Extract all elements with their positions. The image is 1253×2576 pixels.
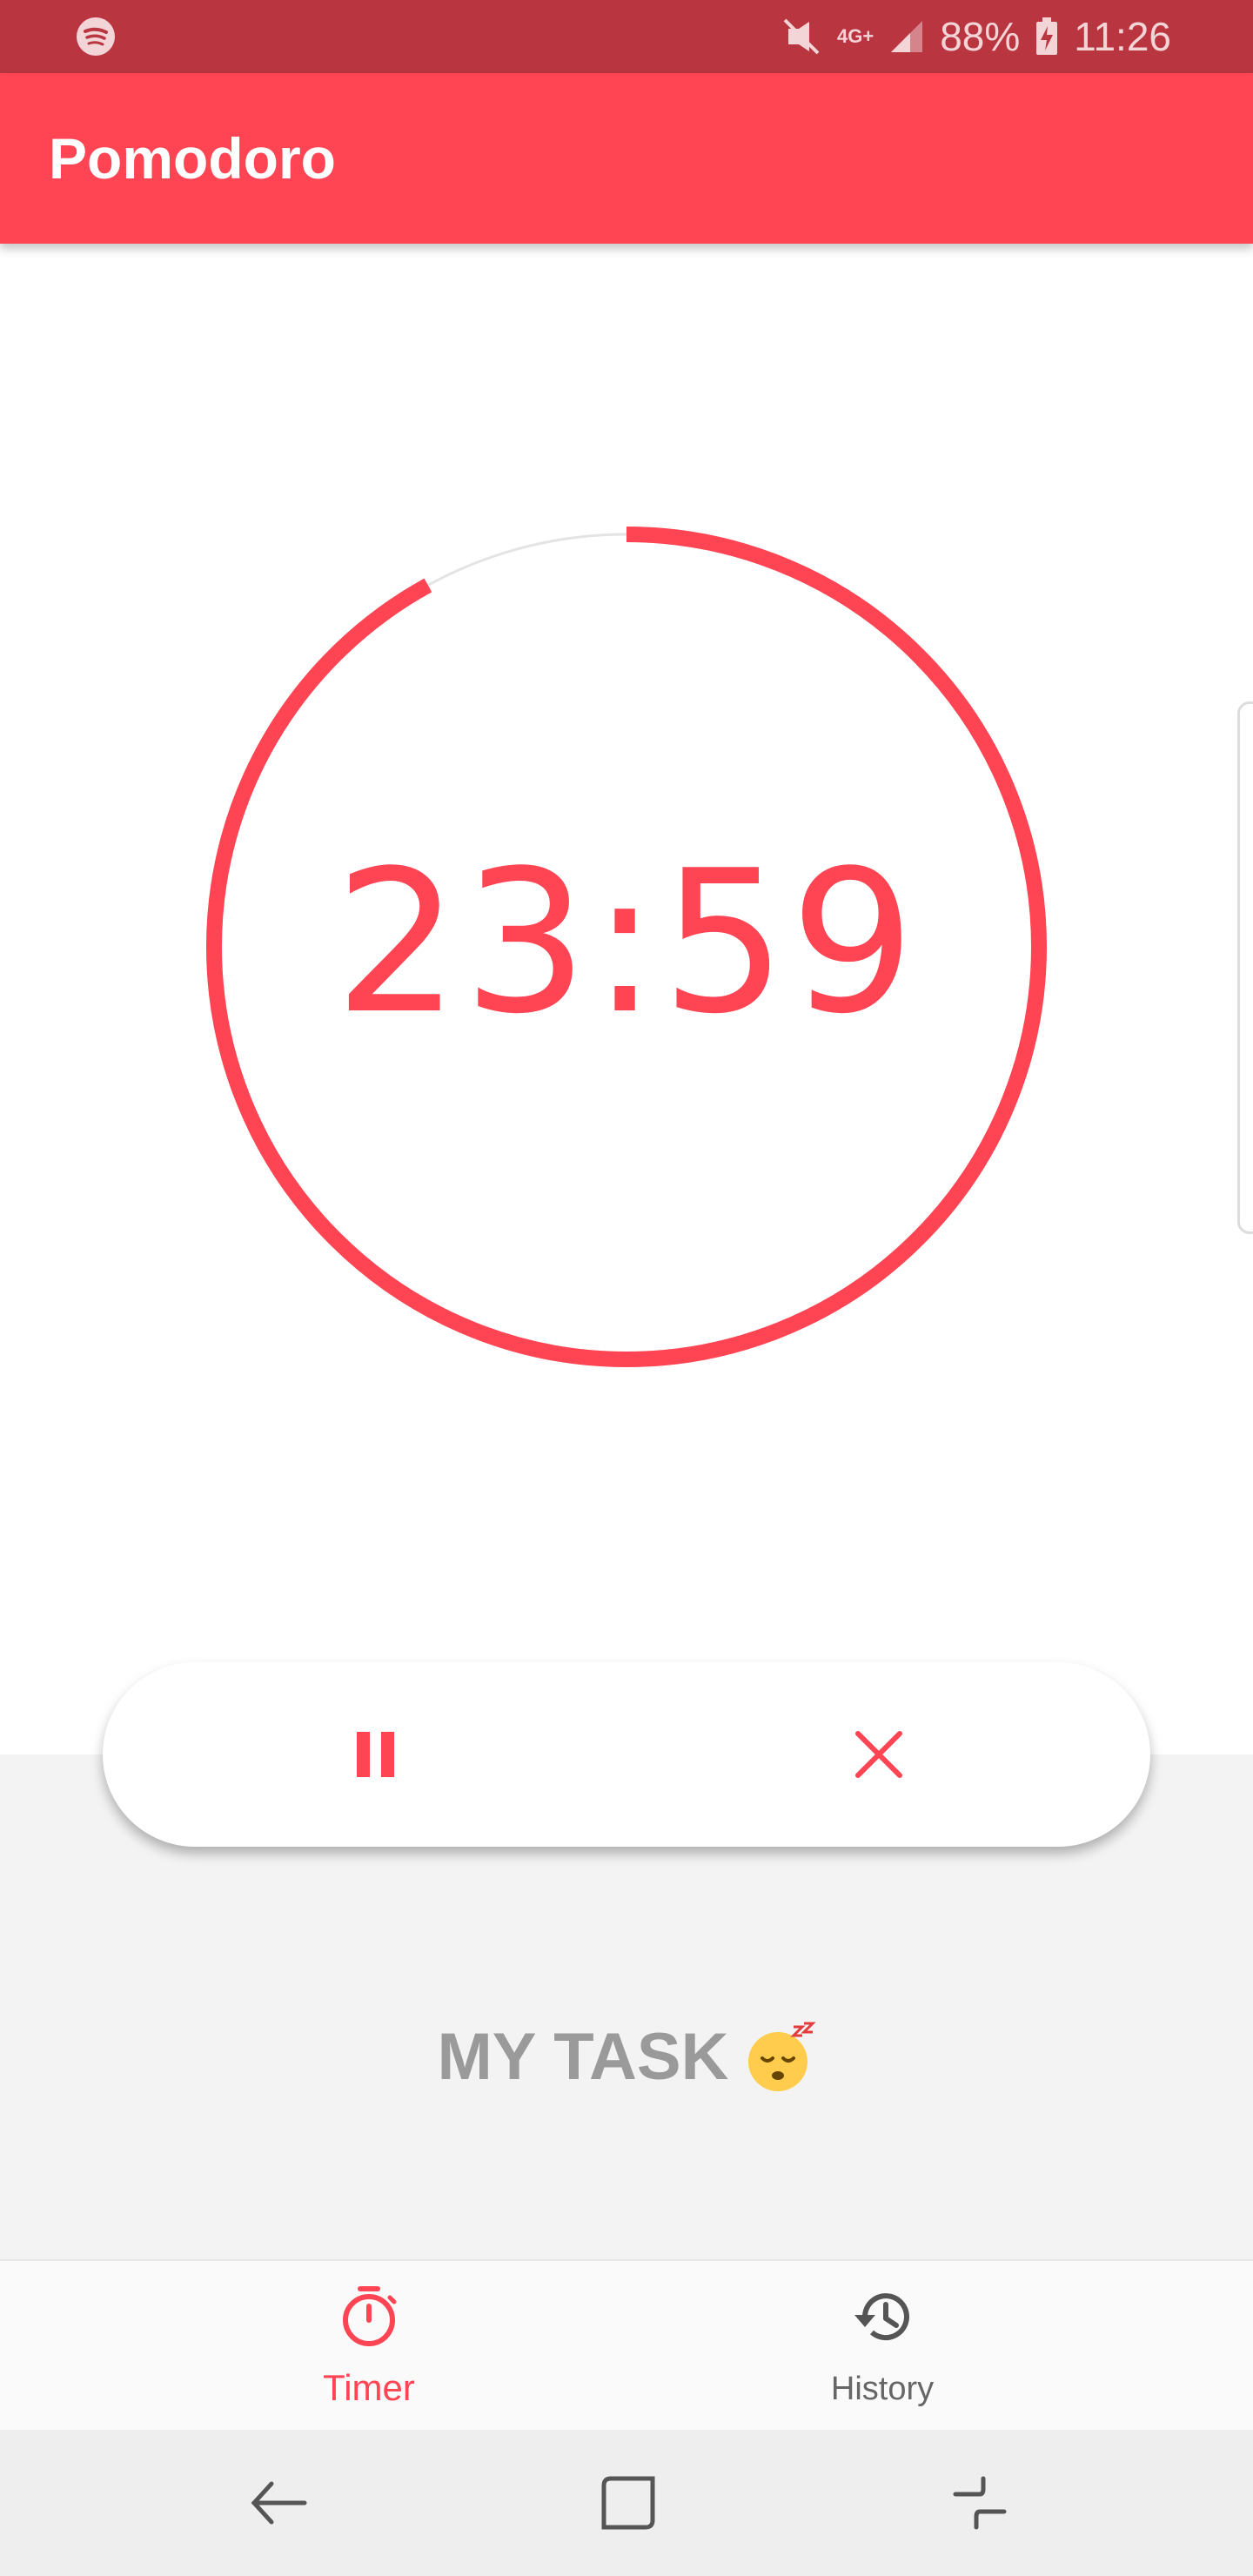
mute-vibrate-icon bbox=[783, 18, 820, 55]
home-icon[interactable] bbox=[593, 2468, 663, 2538]
edge-panel-handle[interactable] bbox=[1237, 701, 1253, 1234]
task-title: MY TASK bbox=[0, 2019, 1253, 2095]
battery-percent: 88% bbox=[940, 14, 1021, 59]
tab-timer-label: Timer bbox=[323, 2367, 415, 2408]
sleeping-face-emoji bbox=[747, 2022, 816, 2091]
spotify-icon bbox=[77, 17, 115, 56]
tab-history-label: History bbox=[830, 2371, 935, 2407]
timer-controls bbox=[103, 1662, 1150, 1847]
app-bar: Pomodoro bbox=[0, 73, 1253, 244]
status-bar: 4G+ 88% 11:26 bbox=[0, 0, 1253, 73]
stopwatch-icon bbox=[343, 2286, 397, 2346]
pause-button[interactable] bbox=[327, 1706, 425, 1803]
network-type: 4G+ bbox=[837, 25, 874, 47]
status-icons: 4G+ 88% 11:26 bbox=[781, 0, 1171, 73]
recents-icon[interactable] bbox=[945, 2468, 1015, 2538]
tab-timer[interactable]: Timer bbox=[238, 2261, 499, 2432]
system-navigation-bar bbox=[0, 2430, 1253, 2576]
battery-charging-icon bbox=[1036, 17, 1058, 55]
pause-icon bbox=[357, 1732, 394, 1777]
back-icon[interactable] bbox=[244, 2468, 313, 2538]
clock: 11:26 bbox=[1074, 14, 1171, 59]
cancel-button[interactable] bbox=[830, 1706, 928, 1803]
signal-icon bbox=[891, 21, 923, 52]
tab-history[interactable]: History bbox=[752, 2261, 1013, 2432]
app-title: Pomodoro bbox=[49, 126, 336, 191]
close-icon bbox=[855, 1731, 902, 1778]
history-icon bbox=[854, 2293, 909, 2341]
bottom-navigation: Timer History bbox=[0, 2259, 1253, 2432]
task-name: MY TASK bbox=[437, 2020, 729, 2094]
timer-display: 23:59 bbox=[334, 828, 919, 1057]
